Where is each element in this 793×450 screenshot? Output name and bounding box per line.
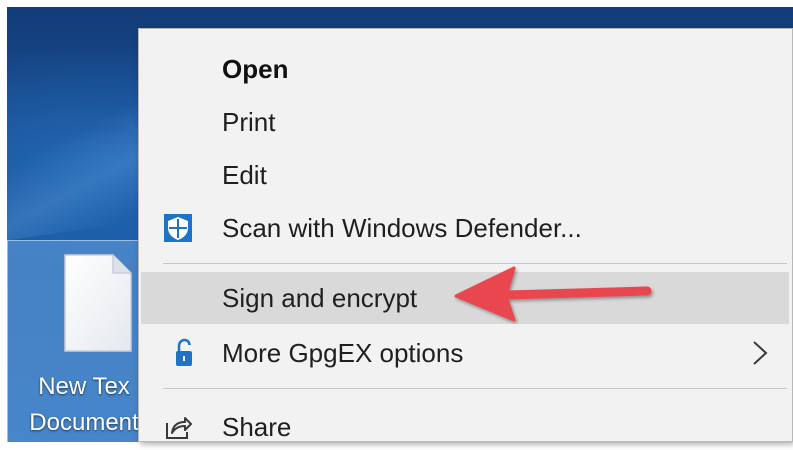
text-file-icon [64, 254, 132, 352]
desktop-file-label-line2: Document [29, 409, 139, 436]
menu-item-print-label: Print [222, 107, 276, 137]
desktop-file-label-line1: New Tex [38, 373, 130, 400]
menu-item-sign-and-encrypt-label: Sign and encrypt [222, 283, 418, 313]
menu-separator [163, 388, 787, 389]
menu-item-share-label: Share [222, 412, 292, 442]
menu-item-more-gpgex-options[interactable]: More GpgEX options [141, 327, 789, 379]
menu-item-scan-label: Scan with Windows Defender... [222, 213, 582, 243]
red-arrow-annotation [454, 266, 652, 322]
menu-item-open[interactable]: Open [141, 43, 789, 95]
screenshot-stage: New Tex Document Open Print Edit Scan wi… [0, 0, 793, 450]
windows-defender-shield-icon [164, 214, 192, 242]
menu-item-edit-label: Edit [222, 160, 267, 190]
menu-item-edit[interactable]: Edit [141, 149, 789, 201]
menu-item-more-gpgex-label: More GpgEX options [222, 338, 464, 368]
desktop-file-label: New Tex Document [14, 369, 154, 441]
menu-item-print[interactable]: Print [141, 96, 789, 148]
chevron-right-icon [753, 341, 768, 365]
share-icon [166, 417, 192, 439]
desktop-file-icon-new-text-document[interactable]: New Tex Document [7, 240, 157, 442]
menu-item-scan-with-windows-defender[interactable]: Scan with Windows Defender... [141, 202, 789, 254]
file-context-menu: Open Print Edit Scan with Windows Defend… [138, 28, 793, 442]
menu-item-open-label: Open [222, 54, 289, 84]
padlock-icon [176, 338, 192, 366]
menu-item-share[interactable]: Share [141, 401, 789, 450]
